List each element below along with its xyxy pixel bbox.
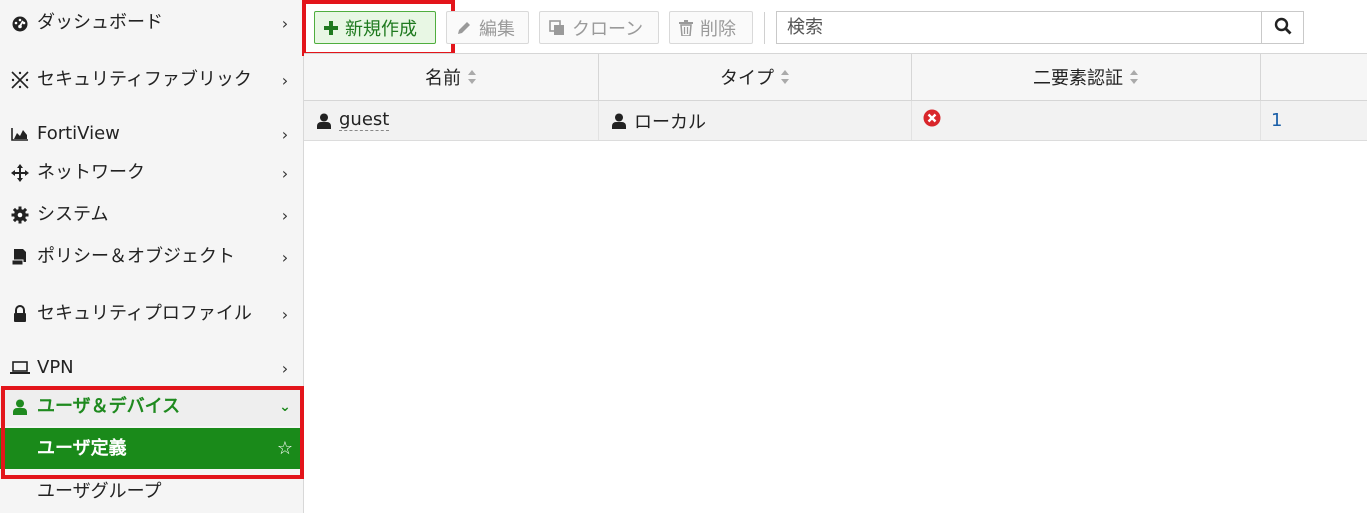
new-button[interactable]: 新規作成 xyxy=(314,11,436,44)
sidebar-item-dashboard[interactable]: ダッシュボード › xyxy=(0,6,303,40)
sidebar-item-policy-objects[interactable]: ポリシー＆オブジェクト › xyxy=(0,241,303,273)
chevron-right-icon: › xyxy=(281,304,289,324)
sidebar-item-label: ダッシュボード xyxy=(37,12,163,33)
toolbar-divider xyxy=(764,12,765,44)
cell-ref: 1 xyxy=(1261,101,1367,140)
column-header-name[interactable]: 名前 xyxy=(304,54,599,100)
sidebar-item-system[interactable]: システム › xyxy=(0,199,303,231)
search-icon xyxy=(1274,17,1292,39)
column-header-two-factor[interactable]: 二要素認証 xyxy=(912,54,1261,100)
search-button[interactable] xyxy=(1261,11,1304,44)
chevron-right-icon: › xyxy=(281,247,289,267)
new-button-label: 新規作成 xyxy=(345,18,417,40)
plus-icon xyxy=(324,20,338,35)
cell-type: ローカル xyxy=(599,101,912,140)
cell-two-factor xyxy=(912,101,1261,140)
dashboard-icon xyxy=(9,14,31,32)
policy-icon xyxy=(9,248,31,266)
delete-button[interactable]: 削除 xyxy=(669,11,753,44)
laptop-icon xyxy=(9,361,31,375)
delete-button-label: 削除 xyxy=(700,18,736,40)
sidebar-item-security-profiles[interactable]: セキュリティプロファイル › xyxy=(0,284,303,344)
user-icon xyxy=(612,113,626,129)
column-header-ref[interactable] xyxy=(1261,54,1367,100)
disabled-x-icon xyxy=(923,109,941,132)
chevron-right-icon: › xyxy=(281,13,289,33)
clone-button-label: クローン xyxy=(572,18,644,40)
chevron-right-icon: › xyxy=(281,358,289,378)
chevron-right-icon: › xyxy=(281,163,289,183)
chevron-right-icon: › xyxy=(281,205,289,225)
table-row[interactable]: guest ローカル 1 xyxy=(304,101,1367,141)
user-icon xyxy=(317,113,331,129)
sidebar-item-label: VPN xyxy=(37,357,74,378)
sidebar-item-security-fabric[interactable]: セキュリティファブリック › xyxy=(0,50,303,110)
sidebar-item-label: セキュリティプロファイル xyxy=(37,303,252,324)
security-fabric-icon xyxy=(9,70,31,90)
sidebar-item-label: FortiView xyxy=(37,123,120,144)
network-arrows-icon xyxy=(9,164,31,182)
user-icon xyxy=(9,399,31,415)
sidebar-item-label: ネットワーク xyxy=(37,162,145,183)
fortiview-chart-icon xyxy=(9,127,31,141)
ref-count-link[interactable]: 1 xyxy=(1271,110,1282,131)
edit-button[interactable]: 編集 xyxy=(446,11,529,44)
sidebar-item-label: ユーザ＆デバイス xyxy=(37,396,181,417)
column-header-label: 二要素認証 xyxy=(1033,68,1123,89)
sidebar-item-label: システム xyxy=(37,204,109,225)
clone-icon xyxy=(549,19,565,36)
sort-icon xyxy=(1129,69,1139,85)
column-header-label: 名前 xyxy=(425,68,461,89)
sort-icon xyxy=(467,69,477,85)
sidebar-item-vpn[interactable]: VPN › xyxy=(0,352,303,384)
edit-button-label: 編集 xyxy=(479,18,515,40)
sidebar-item-fortiview[interactable]: FortiView › xyxy=(0,118,303,150)
sidebar-subitem-user-definition[interactable]: ユーザ定義 ☆ xyxy=(0,428,303,469)
trash-icon xyxy=(679,19,693,36)
column-header-type[interactable]: タイプ xyxy=(599,54,912,100)
sort-icon xyxy=(780,69,790,85)
sidebar-subitem-label: ユーザ定義 xyxy=(37,437,127,459)
star-icon[interactable]: ☆ xyxy=(275,438,295,459)
chevron-right-icon: › xyxy=(281,124,289,144)
sidebar-item-user-device[interactable]: ユーザ＆デバイス ⌄ xyxy=(0,388,303,426)
sidebar-item-network[interactable]: ネットワーク › xyxy=(0,157,303,189)
sidebar-subitem-label: ユーザグループ xyxy=(37,481,162,502)
chevron-down-icon: ⌄ xyxy=(279,399,291,415)
pencil-icon xyxy=(456,20,472,36)
user-type-label: ローカル xyxy=(634,111,706,133)
chevron-right-icon: › xyxy=(281,70,289,90)
sidebar-subitem-user-group[interactable]: ユーザグループ xyxy=(0,476,303,508)
lock-icon xyxy=(9,305,31,323)
gear-icon xyxy=(9,206,31,224)
sidebar-item-label: ポリシー＆オブジェクト xyxy=(37,246,235,267)
sidebar-item-label: セキュリティファブリック xyxy=(37,69,252,90)
column-header-label: タイプ xyxy=(720,68,774,89)
sidebar: ダッシュボード › セキュリティファブリック › FortiView › ネット… xyxy=(0,0,304,513)
search-input[interactable] xyxy=(776,11,1261,44)
user-name-link[interactable]: guest xyxy=(339,110,390,131)
cell-name: guest xyxy=(304,101,599,140)
clone-button[interactable]: クローン xyxy=(539,11,659,44)
table-header: 名前 タイプ 二要素認証 xyxy=(304,53,1367,101)
